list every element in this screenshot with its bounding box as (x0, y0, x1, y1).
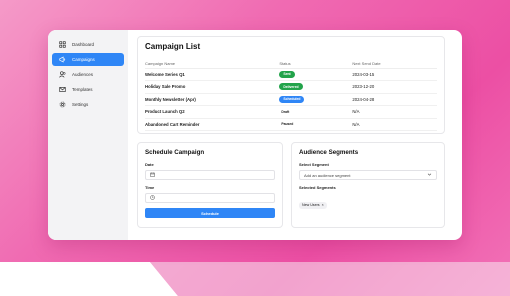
status-badge: Paused (281, 122, 294, 127)
sidebar-item-audiences[interactable]: Audiences (52, 68, 124, 81)
segment-chip-label: New Users (302, 203, 320, 207)
status-badge: Sent (279, 70, 295, 78)
schedule-title: Schedule Campaign (145, 149, 205, 156)
megaphone-icon (58, 56, 66, 64)
column-header-status: Status (279, 59, 353, 69)
date-field[interactable] (145, 170, 275, 180)
page-title: Campaign List (145, 42, 201, 51)
sidebar-item-dashboard[interactable]: Dashboard (52, 38, 124, 51)
select-segment-label: Select Segment (299, 162, 329, 167)
status-badge: Scheduled (279, 95, 305, 103)
calendar-icon (150, 172, 155, 178)
next-send-date: 2023-12-20 (352, 80, 437, 94)
table-row[interactable]: Holiday Sale Promo Delivered 2023-12-20 (145, 80, 437, 94)
campaign-name: Abandoned Cart Reminder (145, 118, 280, 131)
table-row[interactable]: Welcome Series Q1 Sent 2024-03-15 (145, 68, 437, 81)
schedule-button[interactable]: Schedule (145, 208, 275, 218)
time-label: Time (145, 185, 155, 190)
column-header-name: Campaign Name (145, 59, 280, 69)
campaign-table: Campaign Name Status Next Send Date Welc… (145, 59, 437, 131)
sidebar-item-label: Templates (72, 87, 93, 92)
sidebar-item-label: Dashboard (72, 42, 95, 47)
selected-segments-label: Selected Segments (299, 185, 336, 190)
date-label: Date (145, 162, 154, 167)
sidebar-item-label: Campaigns (72, 57, 95, 62)
users-icon (58, 71, 66, 79)
segment-chip[interactable]: New Users × (299, 201, 327, 209)
campaign-name: Monthly Newsletter (Apr) (145, 93, 280, 106)
mail-icon (58, 86, 66, 94)
sidebar-item-settings[interactable]: Settings (52, 98, 124, 111)
app-window: Dashboard Campaigns Audiences Templates … (48, 30, 462, 240)
campaign-name: Product Launch Q2 (145, 105, 280, 119)
time-field[interactable] (145, 193, 275, 203)
sidebar-item-label: Settings (72, 102, 89, 107)
close-icon[interactable]: × (322, 203, 324, 207)
table-row[interactable]: Monthly Newsletter (Apr) Scheduled 2024-… (145, 93, 437, 106)
sidebar: Dashboard Campaigns Audiences Templates … (48, 30, 128, 240)
next-send-date: 2024-03-15 (352, 68, 437, 81)
main-content: Campaign List Campaign Name Status Next … (128, 30, 462, 240)
chevron-down-icon (427, 172, 432, 178)
clock-icon (150, 195, 155, 201)
audience-title: Audience Segments (299, 149, 359, 156)
sidebar-item-templates[interactable]: Templates (52, 83, 124, 96)
schedule-campaign-card: Schedule Campaign Date Time Schedule (137, 142, 283, 228)
status-badge: Delivered (279, 83, 303, 91)
audience-segments-card: Audience Segments Select Segment Add an … (291, 142, 445, 228)
table-row[interactable]: Product Launch Q2 Draft N/A (145, 105, 437, 119)
status-badge: Draft (281, 109, 290, 114)
next-send-date: N/A (352, 105, 437, 119)
next-send-date: N/A (352, 118, 437, 131)
segment-select-value: Add an audience segment (304, 172, 351, 178)
table-row[interactable]: Abandoned Cart Reminder Paused N/A (145, 118, 437, 131)
campaign-list-card: Campaign List Campaign Name Status Next … (137, 36, 445, 134)
gear-icon (58, 101, 66, 109)
campaign-name: Holiday Sale Promo (145, 80, 280, 94)
column-header-date: Next Send Date (352, 59, 437, 69)
sidebar-item-campaigns[interactable]: Campaigns (52, 53, 124, 66)
segment-select[interactable]: Add an audience segment (299, 170, 437, 180)
grid-icon (58, 41, 66, 49)
sidebar-item-label: Audiences (72, 72, 94, 77)
campaign-name: Welcome Series Q1 (145, 68, 280, 81)
next-send-date: 2024-04-28 (352, 93, 437, 106)
